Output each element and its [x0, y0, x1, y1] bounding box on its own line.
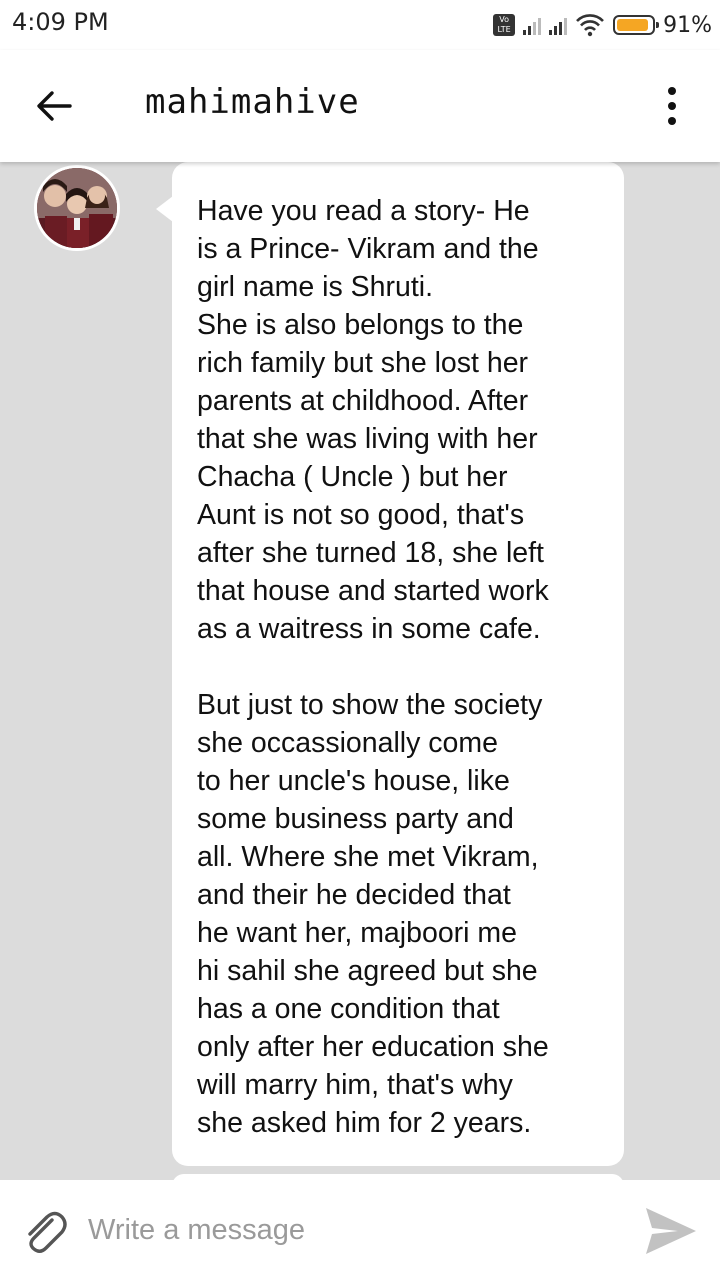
- message-bubble-tail: [156, 196, 173, 222]
- more-options-button[interactable]: [652, 80, 692, 132]
- volte-label-bottom: LTE: [497, 25, 511, 34]
- arrow-left-icon: [37, 91, 72, 121]
- volte-icon: Vo LTE: [493, 14, 516, 36]
- volte-label-top: Vo: [499, 15, 509, 24]
- status-time: 4:09 PM: [12, 8, 109, 36]
- signal-sim2-icon: [549, 15, 568, 35]
- back-button[interactable]: [30, 82, 78, 130]
- message-input[interactable]: [88, 1206, 608, 1254]
- message-composer: [0, 1180, 720, 1280]
- message-list[interactable]: Have you read a story- He is a Prince- V…: [0, 162, 720, 1180]
- battery-percentage: 91%: [663, 12, 712, 38]
- message-bubble[interactable]: Have you read a story- He is a Prince- V…: [172, 162, 624, 1166]
- message-text: Have you read a story- He is a Prince- V…: [197, 195, 549, 1139]
- paperclip-icon: [28, 1211, 67, 1253]
- contact-avatar[interactable]: [34, 165, 120, 251]
- send-icon: [646, 1208, 696, 1254]
- status-icons: Vo LTE 91%: [493, 10, 712, 40]
- wifi-icon: [576, 14, 605, 37]
- more-vertical-icon-dot: [668, 102, 676, 110]
- avatar-photo: [37, 168, 117, 248]
- status-bar: 4:09 PM Vo LTE 91%: [0, 0, 720, 50]
- more-vertical-icon-dot: [668, 87, 676, 95]
- battery-level-fill: [617, 19, 649, 31]
- battery-icon: [613, 15, 660, 35]
- chat-title: mahimahive: [145, 82, 360, 122]
- more-vertical-icon-dot: [668, 117, 676, 125]
- chat-header: mahimahive: [0, 50, 720, 162]
- send-button[interactable]: [642, 1202, 700, 1260]
- signal-sim1-icon: [523, 15, 542, 35]
- attach-button[interactable]: [18, 1204, 70, 1256]
